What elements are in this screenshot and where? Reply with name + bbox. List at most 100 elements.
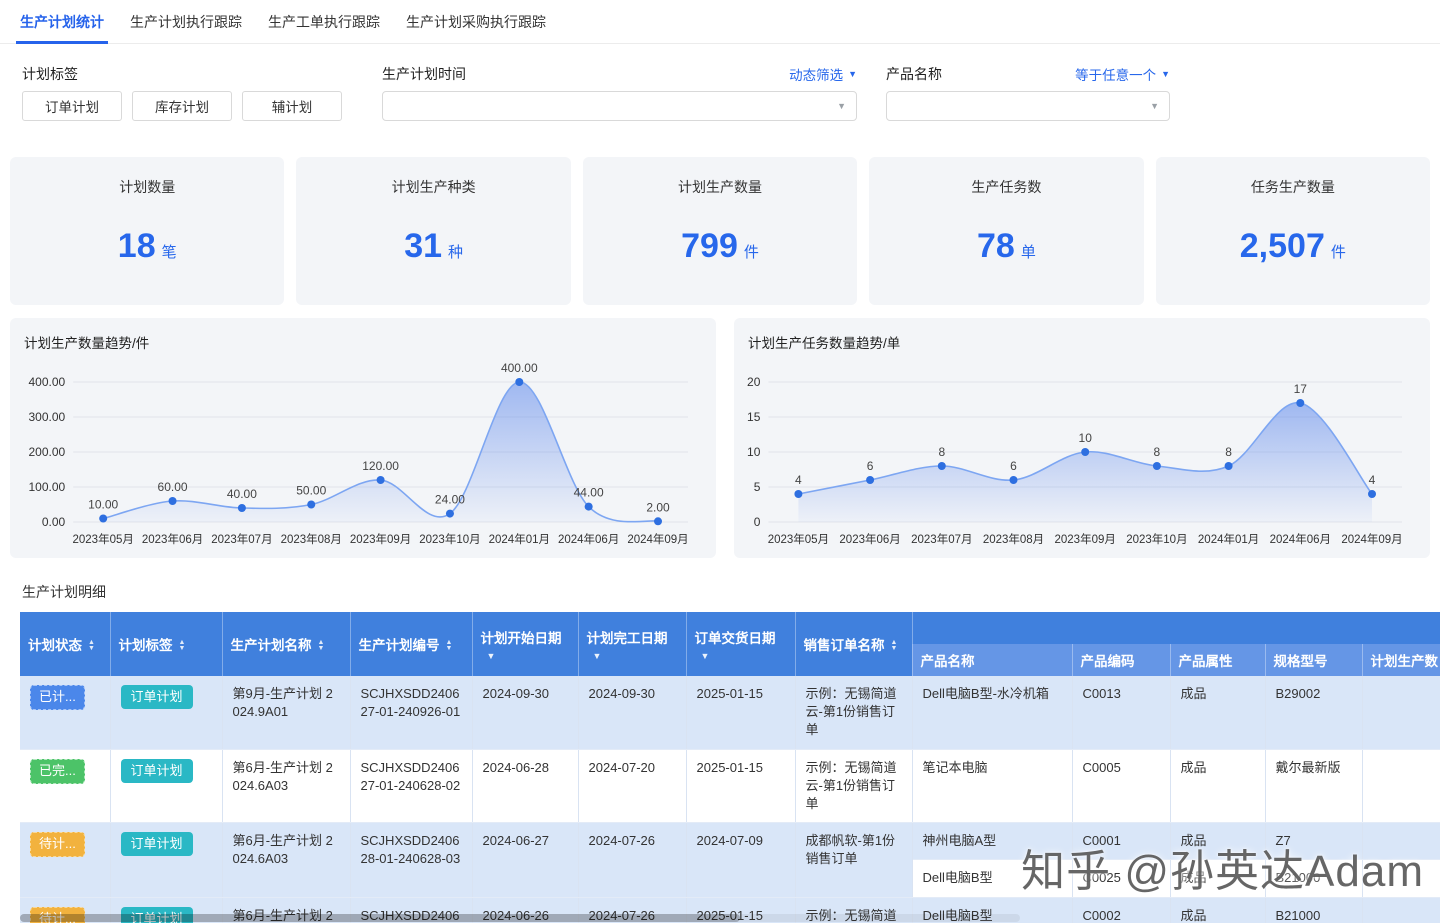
plan-label-option-stock[interactable]: 库存计划 [132,91,232,121]
svg-text:17: 17 [1294,382,1308,396]
chart-panel-production-qty-trend: 计划生产数量趋势/件 0.00 100.00 200.00 300.00 400.00 2… [10,318,716,558]
svg-text:2024年01月: 2024年01月 [489,532,550,546]
svg-text:200.00: 200.00 [28,445,65,459]
plan-production-qty-cell [1362,859,1440,898]
column-header[interactable]: 销售订单名称 ▲ ▼ [795,612,913,676]
sort-icon[interactable]: ▲ ▼ [891,639,898,652]
stat-value: 18 笔 [117,227,177,265]
horizontal-scrollbar[interactable] [20,914,1020,922]
plan-time-title: 生产计划时间 [382,66,466,82]
svg-text:8: 8 [1225,445,1232,459]
tab-plan-execution-tracking[interactable]: 生产计划执行跟踪 [126,8,246,43]
plan-finish-date-cell: 2024-09-30 [578,676,687,750]
dynamic-filter-link[interactable]: 动态筛选 ▼ [789,64,857,84]
svg-text:24.00: 24.00 [435,493,465,507]
plan-status-cell: 已完... [20,749,111,824]
sort-icon[interactable]: ▲ ▼ [318,639,325,652]
chart-panel-task-qty-trend: 计划生产任务数量趋势/单 0 5 10 15 20 2023年05月 2023年06月 202… [734,318,1430,558]
product-column-header[interactable]: 产品名称 [912,644,1073,676]
stat-label: 计划生产种类 [391,179,476,195]
plan-detail-table-wrap: 计划状态 ▲ ▼ 计划标签 ▲ ▼ 生产计划名称 ▲ ▼ 生产计划编号 ▲ ▼ 计划开始日期▼ 计划完工日… [20,612,1440,923]
order-delivery-date-cell: 2025-01-15 [686,749,796,824]
svg-text:2024年09月: 2024年09月 [627,532,688,546]
chevron-down-icon: ▼ [1150,101,1159,111]
caret-down-icon[interactable]: ▼ [487,651,496,661]
svg-text:400.00: 400.00 [28,375,65,389]
plan-label-title: 计划标签 [22,66,78,82]
order-delivery-date-cell: 2024-07-09 [686,822,796,898]
product-code-cell: C0005 [1072,749,1171,824]
product-column-header[interactable]: 规格型号 [1265,644,1363,676]
svg-text:400.00: 400.00 [501,361,538,375]
product-spec-cell: B29002 [1265,676,1363,750]
column-header[interactable]: 计划完工日期▼ [578,612,687,676]
chart-row: 计划生产数量趋势/件 0.00 100.00 200.00 300.00 400.00 2… [10,318,1430,558]
tab-plan-purchase-execution-tracking[interactable]: 生产计划采购执行跟踪 [402,8,550,43]
caret-down-icon[interactable]: ▼ [701,651,710,661]
plan-label-option-order[interactable]: 订单计划 [22,91,122,121]
scrollbar-thumb[interactable] [20,914,740,922]
caret-down-icon[interactable]: ▼ [593,651,602,661]
svg-text:6: 6 [867,459,874,473]
tab-production-plan-stats[interactable]: 生产计划统计 [16,8,108,44]
svg-text:2.00: 2.00 [646,500,670,514]
plan-finish-date-cell: 2024-07-20 [578,749,687,824]
sort-icon[interactable]: ▲ ▼ [88,639,95,652]
filter-group-product-name: 产品名称 等于任意一个 ▼ ▼ [886,64,1170,121]
filter-bar: 计划标签 订单计划 库存计划 辅计划 生产计划时间 动态筛选 ▼ ▼ 产品名称 … [0,64,1440,142]
area-chart-task-qty: 0 5 10 15 20 2023年05月 2023年06月 2023年07月 2023年08月… [747,375,1403,546]
sort-icon[interactable]: ▲ ▼ [179,639,186,652]
column-header[interactable]: 计划开始日期▼ [472,612,579,676]
plan-code-cell: SCJHXSDD240627-01-240926-01 [350,676,473,750]
svg-text:2023年06月: 2023年06月 [839,532,900,546]
svg-text:2024年06月: 2024年06月 [1270,532,1331,546]
stat-value: 2,507 件 [1239,227,1346,265]
production-plan-dashboard: 生产计划统计 生产计划执行跟踪 生产工单执行跟踪 生产计划采购执行跟踪 计划标签… [0,0,1440,923]
stat-card-plan-variety: 计划生产种类 31 种 [296,157,571,305]
svg-text:2023年08月: 2023年08月 [281,532,342,546]
plan-production-qty-cell [1362,676,1440,750]
status-badge: 已完... [30,758,85,784]
table-title: 生产计划明细 [22,584,106,600]
product-column-header[interactable]: 产品属性 [1170,644,1266,676]
plan-tag-badge: 订单计划 [120,832,193,857]
plan-label-option-aux[interactable]: 辅计划 [242,91,342,121]
svg-text:2024年01月: 2024年01月 [1198,532,1259,546]
table-row[interactable]: 已完... 订单计划 第6月-生产计划 2024.6A03 SCJHXSDD24062… [20,749,1440,824]
stat-label: 计划数量 [119,179,176,195]
plan-label-options: 订单计划 库存计划 辅计划 [22,91,346,121]
column-header[interactable]: 订单交货日期▼ [686,612,796,676]
product-column-header[interactable]: 产品编码 [1072,644,1171,676]
product-name-select[interactable]: ▼ [886,91,1170,121]
table-row[interactable]: 待计... 订单计划 第6月-生产计划 2024.6A03 SCJHXSDD24062… [20,822,1440,898]
table-row[interactable]: 已计... 订单计划 第9月-生产计划 2024.9A01 SCJHXSDD24062… [20,676,1440,750]
product-spec-cell: B21000 [1265,859,1363,898]
sort-icon[interactable]: ▲ ▼ [446,639,453,652]
column-header[interactable]: 生产计划编号 ▲ ▼ [350,612,473,676]
sales-order-name-cell: 示例：无锡简道云-第1份销售订单 [795,749,913,824]
product-header-spacer [912,612,1440,644]
sales-order-name-cell: 成都帆软-第1份销售订单 [795,822,913,898]
svg-text:60.00: 60.00 [158,480,188,494]
svg-text:5: 5 [754,480,761,494]
svg-text:0.00: 0.00 [42,515,66,529]
plan-name-cell: 第6月-生产计划 2024.6A03 [222,749,351,824]
product-spec-cell: B21000 [1265,897,1363,923]
product-column-header[interactable]: 计划生产数 [1362,644,1440,676]
tab-workorder-execution-tracking[interactable]: 生产工单执行跟踪 [264,8,384,43]
product-code-cell: C0013 [1072,676,1171,750]
column-header[interactable]: 计划标签 ▲ ▼ [110,612,223,676]
plan-tag-cell: 订单计划 [110,749,223,824]
top-tab-bar: 生产计划统计 生产计划执行跟踪 生产工单执行跟踪 生产计划采购执行跟踪 [0,0,1440,44]
svg-text:15: 15 [747,410,761,424]
plan-detail-table: 计划状态 ▲ ▼ 计划标签 ▲ ▼ 生产计划名称 ▲ ▼ 生产计划编号 ▲ ▼ 计划开始日期▼ 计划完工日… [20,612,1440,923]
plan-tag-badge: 订单计划 [120,758,193,783]
svg-text:2023年05月: 2023年05月 [73,532,134,546]
sales-order-name-cell: 示例：无锡简道云-第1份销售订单 [795,676,913,750]
column-header[interactable]: 生产计划名称 ▲ ▼ [222,612,351,676]
svg-text:2023年09月: 2023年09月 [350,532,411,546]
equals-any-link[interactable]: 等于任意一个 ▼ [1075,64,1170,84]
column-header[interactable]: 计划状态 ▲ ▼ [20,612,111,676]
stat-value: 799 件 [681,227,759,265]
plan-time-select[interactable]: ▼ [382,91,857,121]
